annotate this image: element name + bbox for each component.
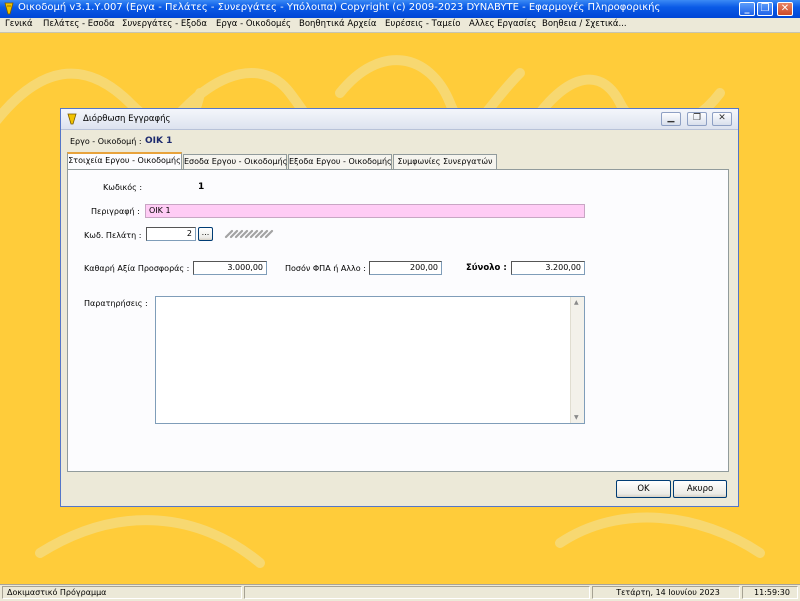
menu-general[interactable]: Γενικά <box>5 19 33 29</box>
tab-project-details[interactable]: Στοιχεία Εργου - Οικοδομής <box>67 152 182 170</box>
restore-icon: ❐ <box>760 3 770 14</box>
code-label: Κωδικός : <box>103 183 143 192</box>
menu-bar: Γενικά Πελάτες - Εσοδα Συνεργάτες - Εξοδ… <box>0 18 800 33</box>
total-field[interactable]: 3.200,00 <box>511 261 585 275</box>
tab-project-income[interactable]: Εσοδα Εργου - Οικοδομής <box>183 154 287 169</box>
vat-label: Ποσόν ΦΠΑ ή Αλλο : <box>285 264 366 273</box>
status-program: Δοκιμαστικό Πρόγραμμα <box>2 586 242 599</box>
minimize-button[interactable]: _ <box>739 2 755 16</box>
notes-textarea[interactable]: ▲ ▼ <box>155 296 585 424</box>
total-label: Σύνολο : <box>466 263 507 273</box>
restore-icon: ❐ <box>692 113 702 123</box>
menu-help-about[interactable]: Βοηθεια / Σχετικά... <box>542 19 627 29</box>
menu-search-cash[interactable]: Ευρέσεις - Ταμείο <box>385 19 460 29</box>
minimize-icon: ▁ <box>667 113 675 123</box>
project-value: ΟΙΚ 1 <box>145 136 173 146</box>
tab-project-expenses[interactable]: Εξοδα Εργου - Οικοδομής <box>288 154 392 169</box>
close-icon: ✕ <box>780 3 790 14</box>
status-bar: Δοκιμαστικό Πρόγραμμα Τετάρτη, 14 Ιουνίο… <box>0 584 800 601</box>
status-date: Τετάρτη, 14 Ιουνίου 2023 <box>592 586 740 599</box>
net-value-label: Καθαρή Αξία Προσφοράς : <box>84 264 190 273</box>
scroll-down-icon[interactable]: ▼ <box>574 414 579 421</box>
dialog-title-bar[interactable]: Διόρθωση Εγγραφής ▁ ❐ ✕ <box>61 109 738 130</box>
client-name-blurred <box>224 229 274 239</box>
status-time: 11:59:30 <box>742 586 798 599</box>
cancel-button[interactable]: Ακυρο <box>673 480 727 498</box>
app-title-bar[interactable]: Οικοδομή v3.1.Υ.007 (Εργα - Πελάτες - Συ… <box>0 0 800 18</box>
net-value-field[interactable]: 3.000,00 <box>193 261 267 275</box>
client-browse-button[interactable]: ... <box>198 227 213 241</box>
app-logo-icon <box>4 2 14 15</box>
notes-label: Παρατηρήσεις : <box>84 299 148 308</box>
tab-partner-agreements[interactable]: Συμφωνίες Συνεργατών <box>393 154 497 169</box>
vat-field[interactable]: 200,00 <box>369 261 442 275</box>
dialog-logo-icon <box>67 113 77 125</box>
menu-partners-expenses[interactable]: Συνεργάτες - Εξοδα <box>122 19 207 29</box>
menu-auxiliary-files[interactable]: Βοηθητικά Αρχεία <box>299 19 377 29</box>
code-value: 1 <box>198 182 205 192</box>
status-empty-panel <box>244 586 590 599</box>
scroll-up-icon[interactable]: ▲ <box>574 299 579 306</box>
project-label: Εργο - Οικοδομή : <box>70 137 142 146</box>
dialog-close-button[interactable]: ✕ <box>712 112 732 126</box>
app-title: Οικοδομή v3.1.Υ.007 (Εργα - Πελάτες - Συ… <box>18 2 661 13</box>
notes-scrollbar[interactable]: ▲ ▼ <box>570 297 584 423</box>
dialog-maximize-button[interactable]: ❐ <box>687 112 707 126</box>
description-label: Περιγραφή : <box>91 207 140 216</box>
menu-clients-income[interactable]: Πελάτες - Εσοδα <box>43 19 115 29</box>
client-code-label: Κωδ. Πελάτη : <box>84 231 142 240</box>
maximize-button[interactable]: ❐ <box>757 2 773 16</box>
dialog-title: Διόρθωση Εγγραφής <box>83 114 171 124</box>
menu-other-tasks[interactable]: Αλλες Εργασίες <box>469 19 536 29</box>
close-button[interactable]: ✕ <box>777 2 793 16</box>
close-icon: ✕ <box>718 113 726 123</box>
dialog-minimize-button[interactable]: ▁ <box>661 112 681 126</box>
description-field[interactable]: ΟΙΚ 1 <box>145 204 585 218</box>
menu-projects[interactable]: Εργα - Οικοδομές <box>216 19 291 29</box>
client-code-field[interactable]: 2 <box>146 227 196 241</box>
ok-button[interactable]: OK <box>616 480 671 498</box>
minimize-icon: _ <box>744 3 750 14</box>
